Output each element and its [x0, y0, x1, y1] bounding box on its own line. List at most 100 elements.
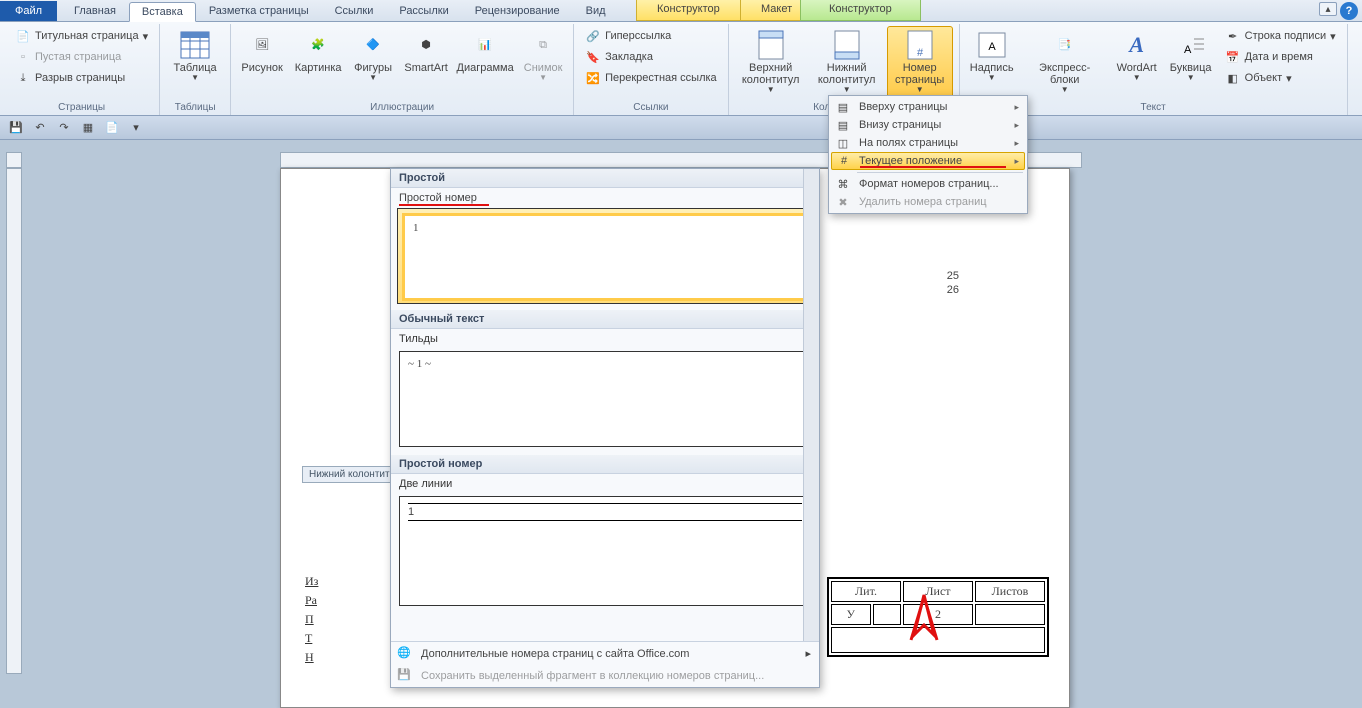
bookmark-button[interactable]: 🔖Закладка [580, 47, 722, 67]
pn-format-icon: ⌘ [835, 176, 851, 192]
gallery-cat-simple: Простой [391, 169, 819, 188]
tab-view[interactable]: Вид [573, 1, 619, 21]
picture-button[interactable]: 🖼Рисунок [237, 26, 287, 77]
tab-references[interactable]: Ссылки [322, 1, 387, 21]
footer-section-label: Нижний колонтит [302, 466, 397, 483]
qat-more[interactable]: ▾ [126, 119, 146, 137]
chart-icon: 📊 [469, 29, 501, 61]
smartart-button[interactable]: ⬢SmartArt [401, 26, 451, 77]
svg-text:#: # [917, 47, 924, 59]
pn-format[interactable]: ⌘Формат номеров страниц... [831, 175, 1025, 193]
page-break-button[interactable]: ⤓Разрыв страницы [10, 68, 153, 88]
gallery-save-selection: 💾Сохранить выделенный фрагмент в коллекц… [391, 665, 819, 687]
pn-current-icon: # [836, 153, 852, 169]
tab-layout[interactable]: Разметка страницы [196, 1, 322, 21]
tab-mailings[interactable]: Рассылки [386, 1, 461, 21]
datetime-button[interactable]: 📅Дата и время [1220, 47, 1341, 67]
ruler-vertical[interactable] [6, 168, 22, 674]
smartart-icon: ⬢ [410, 29, 442, 61]
symbol-button[interactable]: ΩСимвол ▾ [1354, 47, 1362, 67]
gallery-item1[interactable]: 1 [397, 208, 813, 304]
pn-margins[interactable]: ◫На полях страницы▸ [831, 134, 1025, 152]
chart-button[interactable]: 📊Диаграмма [455, 26, 515, 77]
textbox-button[interactable]: AНадпись▼ [966, 26, 1018, 86]
cover-page-button[interactable]: 📄Титульная страница ▾ [10, 26, 153, 46]
equation-icon: π [1359, 28, 1362, 44]
qat-btn-5[interactable]: 📄 [102, 119, 122, 137]
pn-margin-icon: ◫ [835, 135, 851, 151]
wordart-button[interactable]: AWordArt▼ [1112, 26, 1162, 86]
hyperlink-button[interactable]: 🔗Гиперссылка [580, 26, 722, 46]
header-button[interactable]: Верхний колонтитул▼ [735, 26, 807, 98]
group-label-tables: Таблицы [166, 101, 224, 115]
calendar-icon: 📅 [1225, 49, 1241, 65]
shapes-button[interactable]: 🔷Фигуры▼ [349, 26, 397, 86]
page-number-button[interactable]: #Номер страницы▼ [887, 26, 953, 98]
screenshot-button[interactable]: ⧉Снимок▼ [519, 26, 567, 86]
page-icon: 📄 [15, 28, 31, 44]
annotation-underline [860, 166, 1006, 168]
gallery-cat-plain: Обычный текст [391, 310, 819, 329]
gallery-scrollbar[interactable] [803, 169, 819, 641]
pn-top-icon: ▤ [835, 99, 851, 115]
table-button[interactable]: Таблица▼ [166, 26, 224, 86]
undo-button[interactable]: ↶ [30, 119, 50, 137]
picture-icon: 🖼 [246, 29, 278, 61]
blank-page-button[interactable]: ▫Пустая страница [10, 47, 153, 67]
wordart-icon: A [1121, 29, 1153, 61]
equation-button[interactable]: πФормула ▾ [1354, 26, 1362, 46]
table-icon [179, 29, 211, 61]
gallery-item1-title: Простой номер [391, 188, 819, 206]
gallery-item2[interactable]: ~ 1 ~ [399, 351, 811, 447]
tab-home[interactable]: Главная [61, 1, 129, 21]
signature-button[interactable]: ✒Строка подписи ▾ [1220, 26, 1341, 46]
help-icon[interactable]: ? [1340, 2, 1358, 20]
pn-top[interactable]: ▤Вверху страницы▸ [831, 98, 1025, 116]
save-sel-icon: 💾 [397, 668, 413, 684]
header-icon [755, 29, 787, 61]
ribbon-minimize-icon[interactable]: ▴ [1319, 2, 1337, 16]
group-pages: 📄Титульная страница ▾ ▫Пустая страница ⤓… [4, 24, 160, 115]
quick-access-toolbar: 💾 ↶ ↷ ▦ 📄 ▾ [0, 116, 1362, 140]
ribbon-tabs: Файл Главная Вставка Разметка страницы С… [0, 0, 1362, 22]
redo-button[interactable]: ↷ [54, 119, 74, 137]
pn-current[interactable]: #Текущее положение▸ [831, 152, 1025, 170]
blank-page-icon: ▫ [15, 49, 31, 65]
tab-insert[interactable]: Вставка [129, 2, 196, 22]
page-number-menu: ▤Вверху страницы▸ ▤Внизу страницы▸ ◫На п… [828, 95, 1028, 214]
gallery-item2-title: Тильды [391, 329, 819, 347]
signature-icon: ✒ [1225, 28, 1241, 44]
tab-context-3[interactable]: Конструктор [800, 0, 921, 21]
symbol-icon: Ω [1359, 49, 1362, 65]
svg-text:A: A [1184, 44, 1192, 56]
object-button[interactable]: ◧Объект ▾ [1220, 68, 1341, 88]
pn-bottom[interactable]: ▤Внизу страницы▸ [831, 116, 1025, 134]
pn-bottom-icon: ▤ [835, 117, 851, 133]
save-button[interactable]: 💾 [6, 119, 26, 137]
clipart-button[interactable]: 🧩Картинка [291, 26, 345, 77]
doc-left-cut: ИзРаПТН [301, 572, 322, 667]
screenshot-icon: ⧉ [527, 29, 559, 61]
tab-file[interactable]: Файл [0, 1, 57, 21]
gallery-more-office[interactable]: 🌐Дополнительные номера страниц с сайта O… [391, 642, 819, 665]
footer-button[interactable]: Нижний колонтитул▼ [811, 26, 883, 98]
gallery-item3[interactable]: 1 [399, 496, 811, 606]
gallery-item3-title: Две линии [391, 474, 819, 492]
group-label-pages: Страницы [10, 101, 153, 115]
gallery-cat-simple2: Простой номер [391, 455, 819, 474]
document-area: 25 26 ИзРаПТН Лит.ЛистЛистов У2 Нижний к… [0, 140, 1362, 694]
annotation-arrow [909, 595, 939, 645]
dropcap-button[interactable]: AБуквица▼ [1166, 26, 1216, 86]
qat-btn-4[interactable]: ▦ [78, 119, 98, 137]
object-icon: ◧ [1225, 70, 1241, 86]
pn-remove: ✖Удалить номера страниц [831, 193, 1025, 211]
tab-review[interactable]: Рецензирование [462, 1, 573, 21]
group-symbols: πФормула ▾ ΩСимвол ▾ Символы [1348, 24, 1362, 115]
clipart-icon: 🧩 [302, 29, 334, 61]
quickparts-button[interactable]: 📑Экспресс-блоки▼ [1022, 26, 1108, 98]
group-label-links: Ссылки [580, 101, 722, 115]
crossref-button[interactable]: 🔀Перекрестная ссылка [580, 68, 722, 88]
tab-context-1[interactable]: Конструктор [636, 0, 741, 21]
footer-icon [831, 29, 863, 61]
pn-remove-icon: ✖ [835, 194, 851, 210]
